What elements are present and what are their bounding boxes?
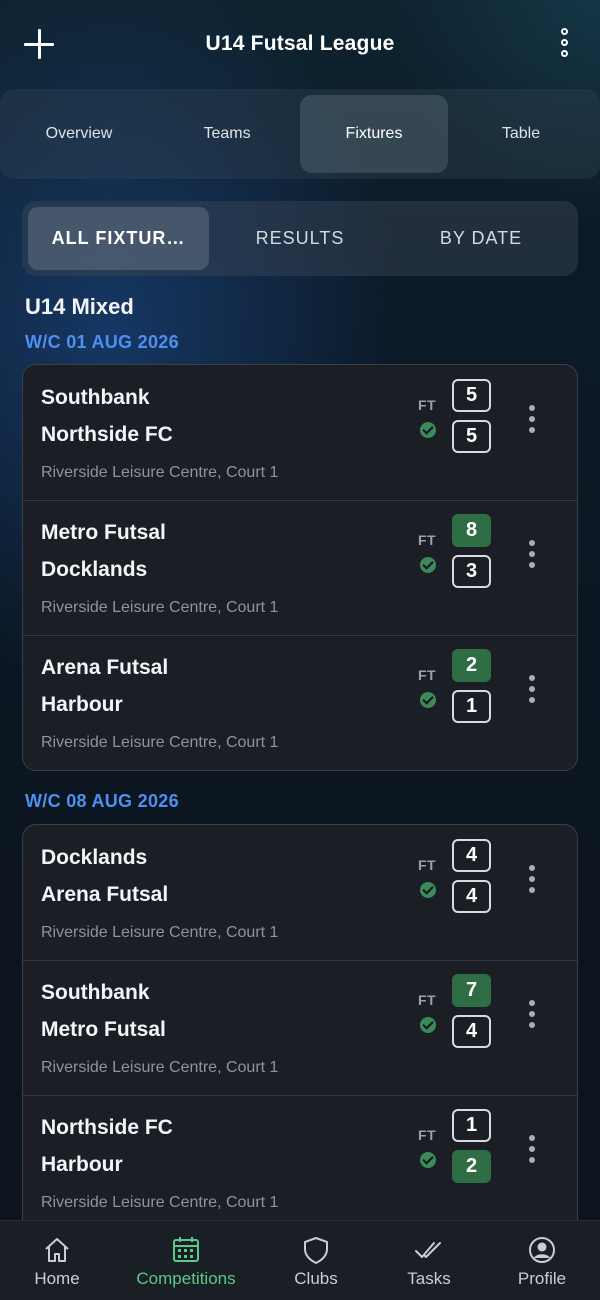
- more-vertical-icon[interactable]: [556, 28, 574, 62]
- nav-competitions[interactable]: Competitions: [126, 1221, 246, 1300]
- check-circle-icon: [420, 692, 436, 708]
- away-team-name: Northside FC: [41, 423, 173, 446]
- home-team-name: Arena Futsal: [41, 656, 169, 679]
- segment-by-date[interactable]: BY DATE: [391, 207, 571, 270]
- away-team-name: Harbour: [41, 693, 123, 716]
- nav-label: Competitions: [136, 1269, 236, 1288]
- page-title: U14 Futsal League: [205, 32, 395, 55]
- away-score: 1: [452, 690, 491, 723]
- app-header: U14 Futsal League: [0, 0, 600, 90]
- venue-text: Riverside Leisure Centre, Court 1: [41, 734, 279, 751]
- venue-text: Riverside Leisure Centre, Court 1: [41, 599, 279, 616]
- match-status: FT: [418, 1127, 437, 1143]
- check-circle-icon: [420, 1017, 436, 1033]
- week-label: W/C 01 AUG 2026: [25, 332, 179, 352]
- match-status: FT: [418, 857, 437, 873]
- more-vertical-icon[interactable]: [526, 540, 538, 568]
- away-score: 4: [452, 1015, 491, 1048]
- competition-group-title: U14 Mixed: [25, 294, 134, 319]
- bottom-navigation: Home Competitions Clubs Tasks Profile: [0, 1220, 600, 1300]
- home-score: 4: [452, 839, 491, 872]
- tab-table[interactable]: Table: [447, 95, 595, 173]
- check-circle-icon: [420, 422, 436, 438]
- nav-label: Tasks: [407, 1269, 451, 1288]
- row-divider: [23, 960, 577, 961]
- away-score: 5: [452, 420, 491, 453]
- venue-text: Riverside Leisure Centre, Court 1: [41, 1194, 279, 1211]
- profile-icon: [527, 1235, 557, 1265]
- check-circle-icon: [420, 1152, 436, 1168]
- home-team-name: Southbank: [41, 981, 150, 1004]
- away-score: 4: [452, 880, 491, 913]
- nav-profile[interactable]: Profile: [482, 1221, 600, 1300]
- home-team-name: Metro Futsal: [41, 521, 166, 544]
- home-icon: [42, 1235, 72, 1265]
- check-circle-icon: [420, 557, 436, 573]
- week-label: W/C 08 AUG 2026: [25, 791, 179, 811]
- home-score: 7: [452, 974, 491, 1007]
- away-team-name: Harbour: [41, 1153, 123, 1176]
- home-score: 8: [452, 514, 491, 547]
- row-divider: [23, 1095, 577, 1096]
- more-vertical-icon[interactable]: [526, 1135, 538, 1163]
- check-circle-icon: [420, 882, 436, 898]
- row-divider: [23, 635, 577, 636]
- more-vertical-icon[interactable]: [526, 865, 538, 893]
- away-team-name: Metro Futsal: [41, 1018, 166, 1041]
- calendar-icon: [171, 1235, 201, 1265]
- home-score: 1: [452, 1109, 491, 1142]
- fixture-row[interactable]: Southbank Northside FC Riverside Leisure…: [23, 365, 577, 500]
- home-team-name: Docklands: [41, 846, 148, 869]
- home-score: 5: [452, 379, 491, 412]
- double-check-icon: [414, 1235, 444, 1265]
- more-vertical-icon[interactable]: [526, 1000, 538, 1028]
- fixture-row[interactable]: Arena Futsal Harbour Riverside Leisure C…: [23, 635, 577, 770]
- app-root: U14 Futsal League Overview Teams Fixture…: [0, 0, 600, 1300]
- fixtures-card: Docklands Arena Futsal Riverside Leisure…: [22, 824, 578, 1244]
- venue-text: Riverside Leisure Centre, Court 1: [41, 1059, 279, 1076]
- match-status: FT: [418, 992, 437, 1008]
- tab-fixtures[interactable]: Fixtures: [300, 95, 448, 173]
- nav-label: Home: [34, 1269, 80, 1288]
- match-status: FT: [418, 397, 437, 413]
- away-score: 3: [452, 555, 491, 588]
- tab-overview[interactable]: Overview: [5, 95, 153, 173]
- home-score: 2: [452, 649, 491, 682]
- nav-clubs[interactable]: Clubs: [256, 1221, 376, 1300]
- venue-text: Riverside Leisure Centre, Court 1: [41, 924, 279, 941]
- fixture-row[interactable]: Metro Futsal Docklands Riverside Leisure…: [23, 500, 577, 635]
- top-tab-bar: Overview Teams Fixtures Table: [0, 89, 600, 179]
- match-status: FT: [418, 532, 437, 548]
- away-team-name: Docklands: [41, 558, 148, 581]
- nav-label: Clubs: [294, 1269, 338, 1288]
- fixture-row[interactable]: Northside FC Harbour Riverside Leisure C…: [23, 1095, 577, 1230]
- venue-text: Riverside Leisure Centre, Court 1: [41, 464, 279, 481]
- segment-all-fixtures[interactable]: ALL FIXTUR…: [28, 207, 209, 270]
- nav-home[interactable]: Home: [0, 1221, 117, 1300]
- more-vertical-icon[interactable]: [526, 675, 538, 703]
- home-team-name: Southbank: [41, 386, 150, 409]
- nav-label: Profile: [517, 1269, 567, 1288]
- fixture-row[interactable]: Docklands Arena Futsal Riverside Leisure…: [23, 825, 577, 960]
- fixtures-card: Southbank Northside FC Riverside Leisure…: [22, 364, 578, 771]
- match-status: FT: [418, 667, 437, 683]
- away-score: 2: [452, 1150, 491, 1183]
- more-vertical-icon[interactable]: [526, 405, 538, 433]
- shield-icon: [301, 1235, 331, 1265]
- tab-teams[interactable]: Teams: [153, 95, 301, 173]
- row-divider: [23, 500, 577, 501]
- fixture-row[interactable]: Southbank Metro Futsal Riverside Leisure…: [23, 960, 577, 1095]
- segment-results[interactable]: RESULTS: [210, 207, 390, 270]
- away-team-name: Arena Futsal: [41, 883, 169, 906]
- home-team-name: Northside FC: [41, 1116, 173, 1139]
- nav-tasks[interactable]: Tasks: [369, 1221, 489, 1300]
- fixture-filter-segmented-control: ALL FIXTUR… RESULTS BY DATE: [22, 201, 578, 276]
